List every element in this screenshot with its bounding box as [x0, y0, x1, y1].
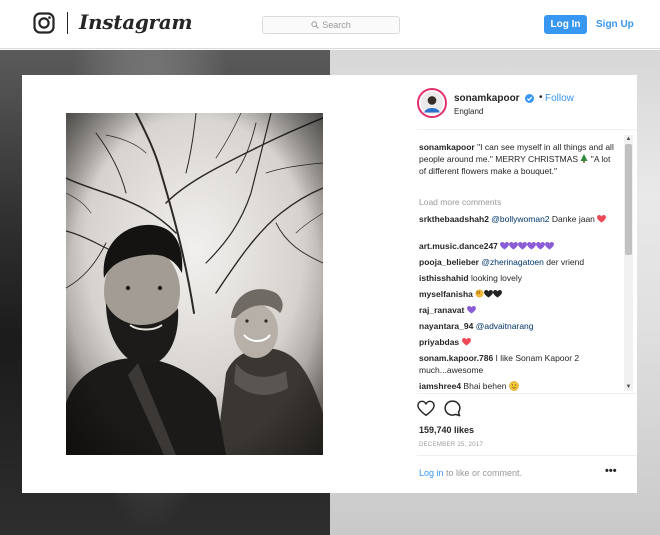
comment-username[interactable]: priyabdas	[419, 337, 459, 347]
comment-username[interactable]: myselfanisha	[419, 289, 473, 299]
comments-list[interactable]: sonamkapoor "I can see myself in all thi…	[417, 135, 622, 393]
purple-heart-emoji-icon	[466, 306, 476, 314]
comment-text: Danke jaan	[549, 214, 595, 224]
divider	[417, 129, 637, 130]
footer-prompt-text: to like or comment.	[443, 468, 523, 478]
post-author-username[interactable]: sonamkapoor	[454, 93, 520, 104]
divider	[417, 393, 637, 394]
comments-scrollbar[interactable]: ▲ ▼	[624, 135, 633, 391]
purple-heart-emoji-icon	[509, 242, 519, 250]
scroll-up-arrow-icon[interactable]: ▲	[624, 135, 633, 143]
signup-link[interactable]: Sign Up	[596, 15, 634, 34]
load-more-comments[interactable]: Load more comments	[419, 196, 501, 208]
post-photo[interactable]	[66, 113, 323, 455]
black-heart-emoji-icon	[484, 290, 494, 298]
post-modal: sonamkapoor • Follow England sonamkapoor…	[22, 75, 637, 493]
login-prompt: Log in to like or comment.	[419, 468, 522, 478]
separator-dot: •	[539, 92, 543, 103]
comment-item: iamshree4 Bhai behen	[419, 380, 615, 392]
black-heart-emoji-icon	[493, 290, 503, 298]
purple-heart-emoji-icon	[500, 242, 510, 250]
scroll-thumb[interactable]	[625, 144, 632, 255]
like-heart-icon[interactable]	[417, 400, 435, 417]
comment-item: isthisshahid looking lovely	[419, 272, 615, 284]
comment-username[interactable]: pooja_belieber	[419, 257, 479, 267]
comment-item: srkthebaadshah2 @bollywoman2 Danke jaan	[419, 213, 615, 225]
divider	[417, 455, 637, 456]
comment-username[interactable]: sonam.kapoor.786	[419, 353, 493, 363]
top-nav: Instagram Search Log In Sign Up	[0, 0, 660, 49]
purple-heart-emoji-icon	[527, 242, 537, 250]
comment-item: raj_ranavat	[419, 304, 615, 316]
avatar[interactable]	[417, 88, 447, 118]
comment-item: art.music.dance247	[419, 240, 615, 252]
ok-hand-emoji-icon	[475, 289, 484, 298]
comment-item: priyabdas	[419, 336, 615, 348]
more-options-icon[interactable]: •••	[605, 465, 617, 477]
comment-username[interactable]: iamshree4	[419, 381, 461, 391]
comment-text: der vriend	[543, 257, 585, 267]
like-count[interactable]: 159,740 likes	[419, 425, 474, 435]
comment-text: looking lovely	[468, 273, 522, 283]
comment-username[interactable]: isthisshahid	[419, 273, 469, 283]
caption: sonamkapoor "I can see myself in all thi…	[419, 141, 615, 177]
comment-text: Bhai behen	[461, 381, 509, 391]
comment-mention[interactable]: @zherinagatoen	[481, 257, 544, 267]
comment-username[interactable]: art.music.dance247	[419, 241, 498, 251]
caption-username[interactable]: sonamkapoor	[419, 142, 475, 152]
follow-button[interactable]: Follow	[545, 93, 574, 104]
nav-divider	[67, 12, 68, 34]
smiling-face-emoji-icon	[508, 381, 519, 391]
search-icon	[311, 21, 319, 29]
comment-bubble-icon[interactable]	[444, 400, 461, 417]
comment-item: pooja_belieber @zherinagatoen der vriend	[419, 256, 615, 268]
post-date: DECEMBER 25, 2017	[419, 442, 484, 448]
comment-mention[interactable]: @advaitnarang	[476, 321, 534, 331]
verified-badge-icon	[525, 94, 534, 103]
search-placeholder: Search	[322, 20, 351, 30]
red-heart-emoji-icon	[597, 215, 607, 223]
post-sidebar: sonamkapoor • Follow England sonamkapoor…	[417, 75, 637, 493]
comment-username[interactable]: nayantara_94	[419, 321, 473, 331]
purple-heart-emoji-icon	[536, 242, 546, 250]
comment-item: myselfanisha	[419, 288, 615, 300]
instagram-logo-icon[interactable]	[33, 12, 55, 34]
comment-username[interactable]: srkthebaadshah2	[419, 214, 489, 224]
login-button[interactable]: Log In	[544, 15, 587, 34]
comment-mention[interactable]: @bollywoman2	[491, 214, 549, 224]
search-input[interactable]: Search	[262, 16, 400, 34]
footer-login-link[interactable]: Log in	[419, 468, 444, 478]
post-location[interactable]: England	[454, 107, 483, 116]
instagram-wordmark[interactable]: Instagram	[79, 10, 193, 34]
comment-username[interactable]: raj_ranavat	[419, 305, 464, 315]
scroll-down-arrow-icon[interactable]: ▼	[624, 383, 633, 391]
comment-item: sonam.kapoor.786 I like Sonam Kapoor 2 m…	[419, 352, 615, 376]
purple-heart-emoji-icon	[545, 242, 555, 250]
red-heart-emoji-icon	[461, 338, 471, 346]
comment-item: nayantara_94 @advaitnarang	[419, 320, 615, 332]
purple-heart-emoji-icon	[518, 242, 528, 250]
